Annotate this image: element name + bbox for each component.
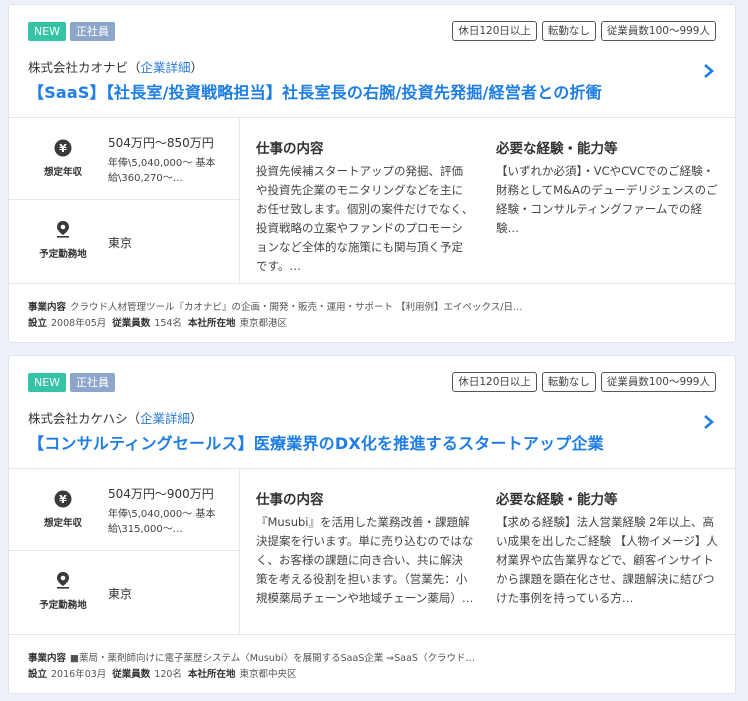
summary-column: ¥ 想定年収 504万円〜900万円 年俸\5,040,000〜 基本給\315… [9,469,240,635]
tag: 従業員数100〜999人 [600,21,716,41]
salary-row: ¥ 想定年収 504万円〜850万円 年俸\5,040,000〜 基本給\360… [9,118,240,200]
job-card-header: NEW 正社員 休日120日以上 転勤なし 従業員数100〜999人 株式会社カ… [9,356,735,469]
business-text: クラウド人材管理ツール『カオナビ』の企画・開発・販売・運用・サポート 【利用例】… [70,302,523,313]
chevron-right-icon[interactable] [702,63,716,79]
requirements-text: 【いずれか必須】・VCやCVCでのご経験・財務としてM&Aのデューデリジェンスの… [496,164,718,235]
tag: 転勤なし [541,21,596,41]
employees-label: 従業員数 [112,318,151,329]
company-name: 株式会社カオナビ（企業詳細） [28,57,203,76]
job-card-header: NEW 正社員 休日120日以上 転勤なし 従業員数100〜999人 株式会社カ… [9,5,735,118]
map-pin-icon [57,221,69,238]
summary-column: ¥ 想定年収 504万円〜850万円 年俸\5,040,000〜 基本給\360… [9,118,240,284]
location-value: 東京 [108,587,133,601]
yen-icon: ¥ [54,139,72,157]
company-name-text: 株式会社カオナビ（ [28,60,141,75]
location-label: 予定勤務地 [39,249,87,260]
business-line: 事業内容 ■薬局・薬剤師向けに電子薬歴システム〈Musubi〉を展開するSaaS企… [28,650,475,664]
job-card-body: ¥ 想定年収 504万円〜850万円 年俸\5,040,000〜 基本給\360… [9,118,735,284]
business-label: 事業内容 [28,653,67,664]
company-name: 株式会社カケハシ（企業詳細） [28,408,203,427]
tag-list: 休日120日以上 転勤なし 従業員数100〜999人 [452,21,716,41]
salary-range: 504万円〜850万円 [108,136,214,150]
location-row: 予定勤務地 東京 [9,200,240,284]
job-card[interactable]: NEW 正社員 休日120日以上 転勤なし 従業員数100〜999人 株式会社カ… [8,355,736,694]
salary-range: 504万円〜900万円 [108,487,214,501]
yen-icon: ¥ [54,490,72,508]
founded-value: 2008年05月 [51,318,107,329]
salary-row: ¥ 想定年収 504万円〜900万円 年俸\5,040,000〜 基本給\315… [9,469,240,551]
founded-value: 2016年03月 [51,669,107,680]
employment-type-badge: 正社員 [70,373,115,392]
job-card-body: ¥ 想定年収 504万円〜900万円 年俸\5,040,000〜 基本給\315… [9,469,735,635]
requirements-text: 【求める経験】法人営業経験 2年以上、高い成果を出したご経験 【人物イメージ】人… [496,515,718,605]
chevron-right-icon[interactable] [702,414,716,430]
employment-type-badge: 正社員 [70,22,115,41]
job-duties-title: 仕事の内容 [256,141,324,157]
business-line: 事業内容 クラウド人材管理ツール『カオナビ』の企画・開発・販売・運用・サポート 【… [28,299,522,313]
map-pin-icon [57,572,69,589]
salary-label: 想定年収 [43,167,82,178]
company-info-footer: 事業内容 クラウド人材管理ツール『カオナビ』の企画・開発・販売・運用・サポート 【… [9,284,735,342]
job-duties-text: 投資先候補スタートアップの発掘、評価や投資先企業のモニタリングなどを主にお任せ致… [256,164,474,273]
location-label: 予定勤務地 [39,600,87,611]
employees-label: 従業員数 [112,669,151,680]
job-duties-text: 『Musubi』を活用した業務改善・課題解決提案を行います。単に売り込むのではな… [256,515,474,605]
company-info-footer: 事業内容 ■薬局・薬剤師向けに電子薬歴システム〈Musubi〉を展開するSaaS企… [9,635,735,693]
company-name-close: ） [190,411,203,426]
tag: 休日120日以上 [452,372,537,392]
job-title-link[interactable]: 【SaaS】【社長室/投資戦略担当】社長室長の右腕/投資先発掘/経営者との折衝 [28,79,602,103]
tag: 休日120日以上 [452,21,537,41]
employees-value: 120名 [154,669,182,680]
salary-detail: 年俸\5,040,000〜 基本給\315,000〜… [108,509,216,535]
location-row: 予定勤務地 東京 [9,551,240,635]
hq-label: 本社所在地 [187,669,236,680]
business-text: ■薬局・薬剤師向けに電子薬歴システム〈Musubi〉を展開するSaaS企業 ⇒S… [70,653,475,664]
location-value: 東京 [108,236,133,250]
company-detail-link[interactable]: 企業詳細 [141,60,191,75]
tag-list: 休日120日以上 転勤なし 従業員数100〜999人 [452,372,716,392]
svg-text:¥: ¥ [59,142,67,155]
job-card[interactable]: NEW 正社員 休日120日以上 転勤なし 従業員数100〜999人 株式会社カ… [8,4,736,343]
requirements-title: 必要な経験・能力等 [496,492,618,508]
company-name-text: 株式会社カケハシ（ [28,411,141,426]
hq-label: 本社所在地 [187,318,236,329]
company-detail-link[interactable]: 企業詳細 [140,411,190,426]
business-label: 事業内容 [28,302,67,313]
salary-label: 想定年収 [43,518,82,529]
company-facts-line: 設立 2008年05月 従業員数 154名 本社所在地 東京都港区 [28,315,287,329]
job-duties-title: 仕事の内容 [256,492,324,508]
new-badge: NEW [28,22,67,41]
svg-text:¥: ¥ [59,493,67,506]
salary-detail: 年俸\5,040,000〜 基本給\360,270〜… [108,158,216,184]
tag: 転勤なし [541,372,596,392]
requirements-title: 必要な経験・能力等 [496,141,618,157]
tag: 従業員数100〜999人 [600,372,716,392]
new-badge: NEW [28,373,67,392]
employees-value: 154名 [154,318,182,329]
founded-label: 設立 [28,669,48,680]
hq-value: 東京都中央区 [239,669,297,680]
hq-value: 東京都港区 [239,318,287,329]
company-name-close: ） [190,60,204,75]
job-title-link[interactable]: 【コンサルティングセールス】医療業界のDX化を推進するスタートアップ企業 [28,430,604,454]
company-facts-line: 設立 2016年03月 従業員数 120名 本社所在地 東京都中央区 [28,666,296,680]
founded-label: 設立 [28,318,48,329]
